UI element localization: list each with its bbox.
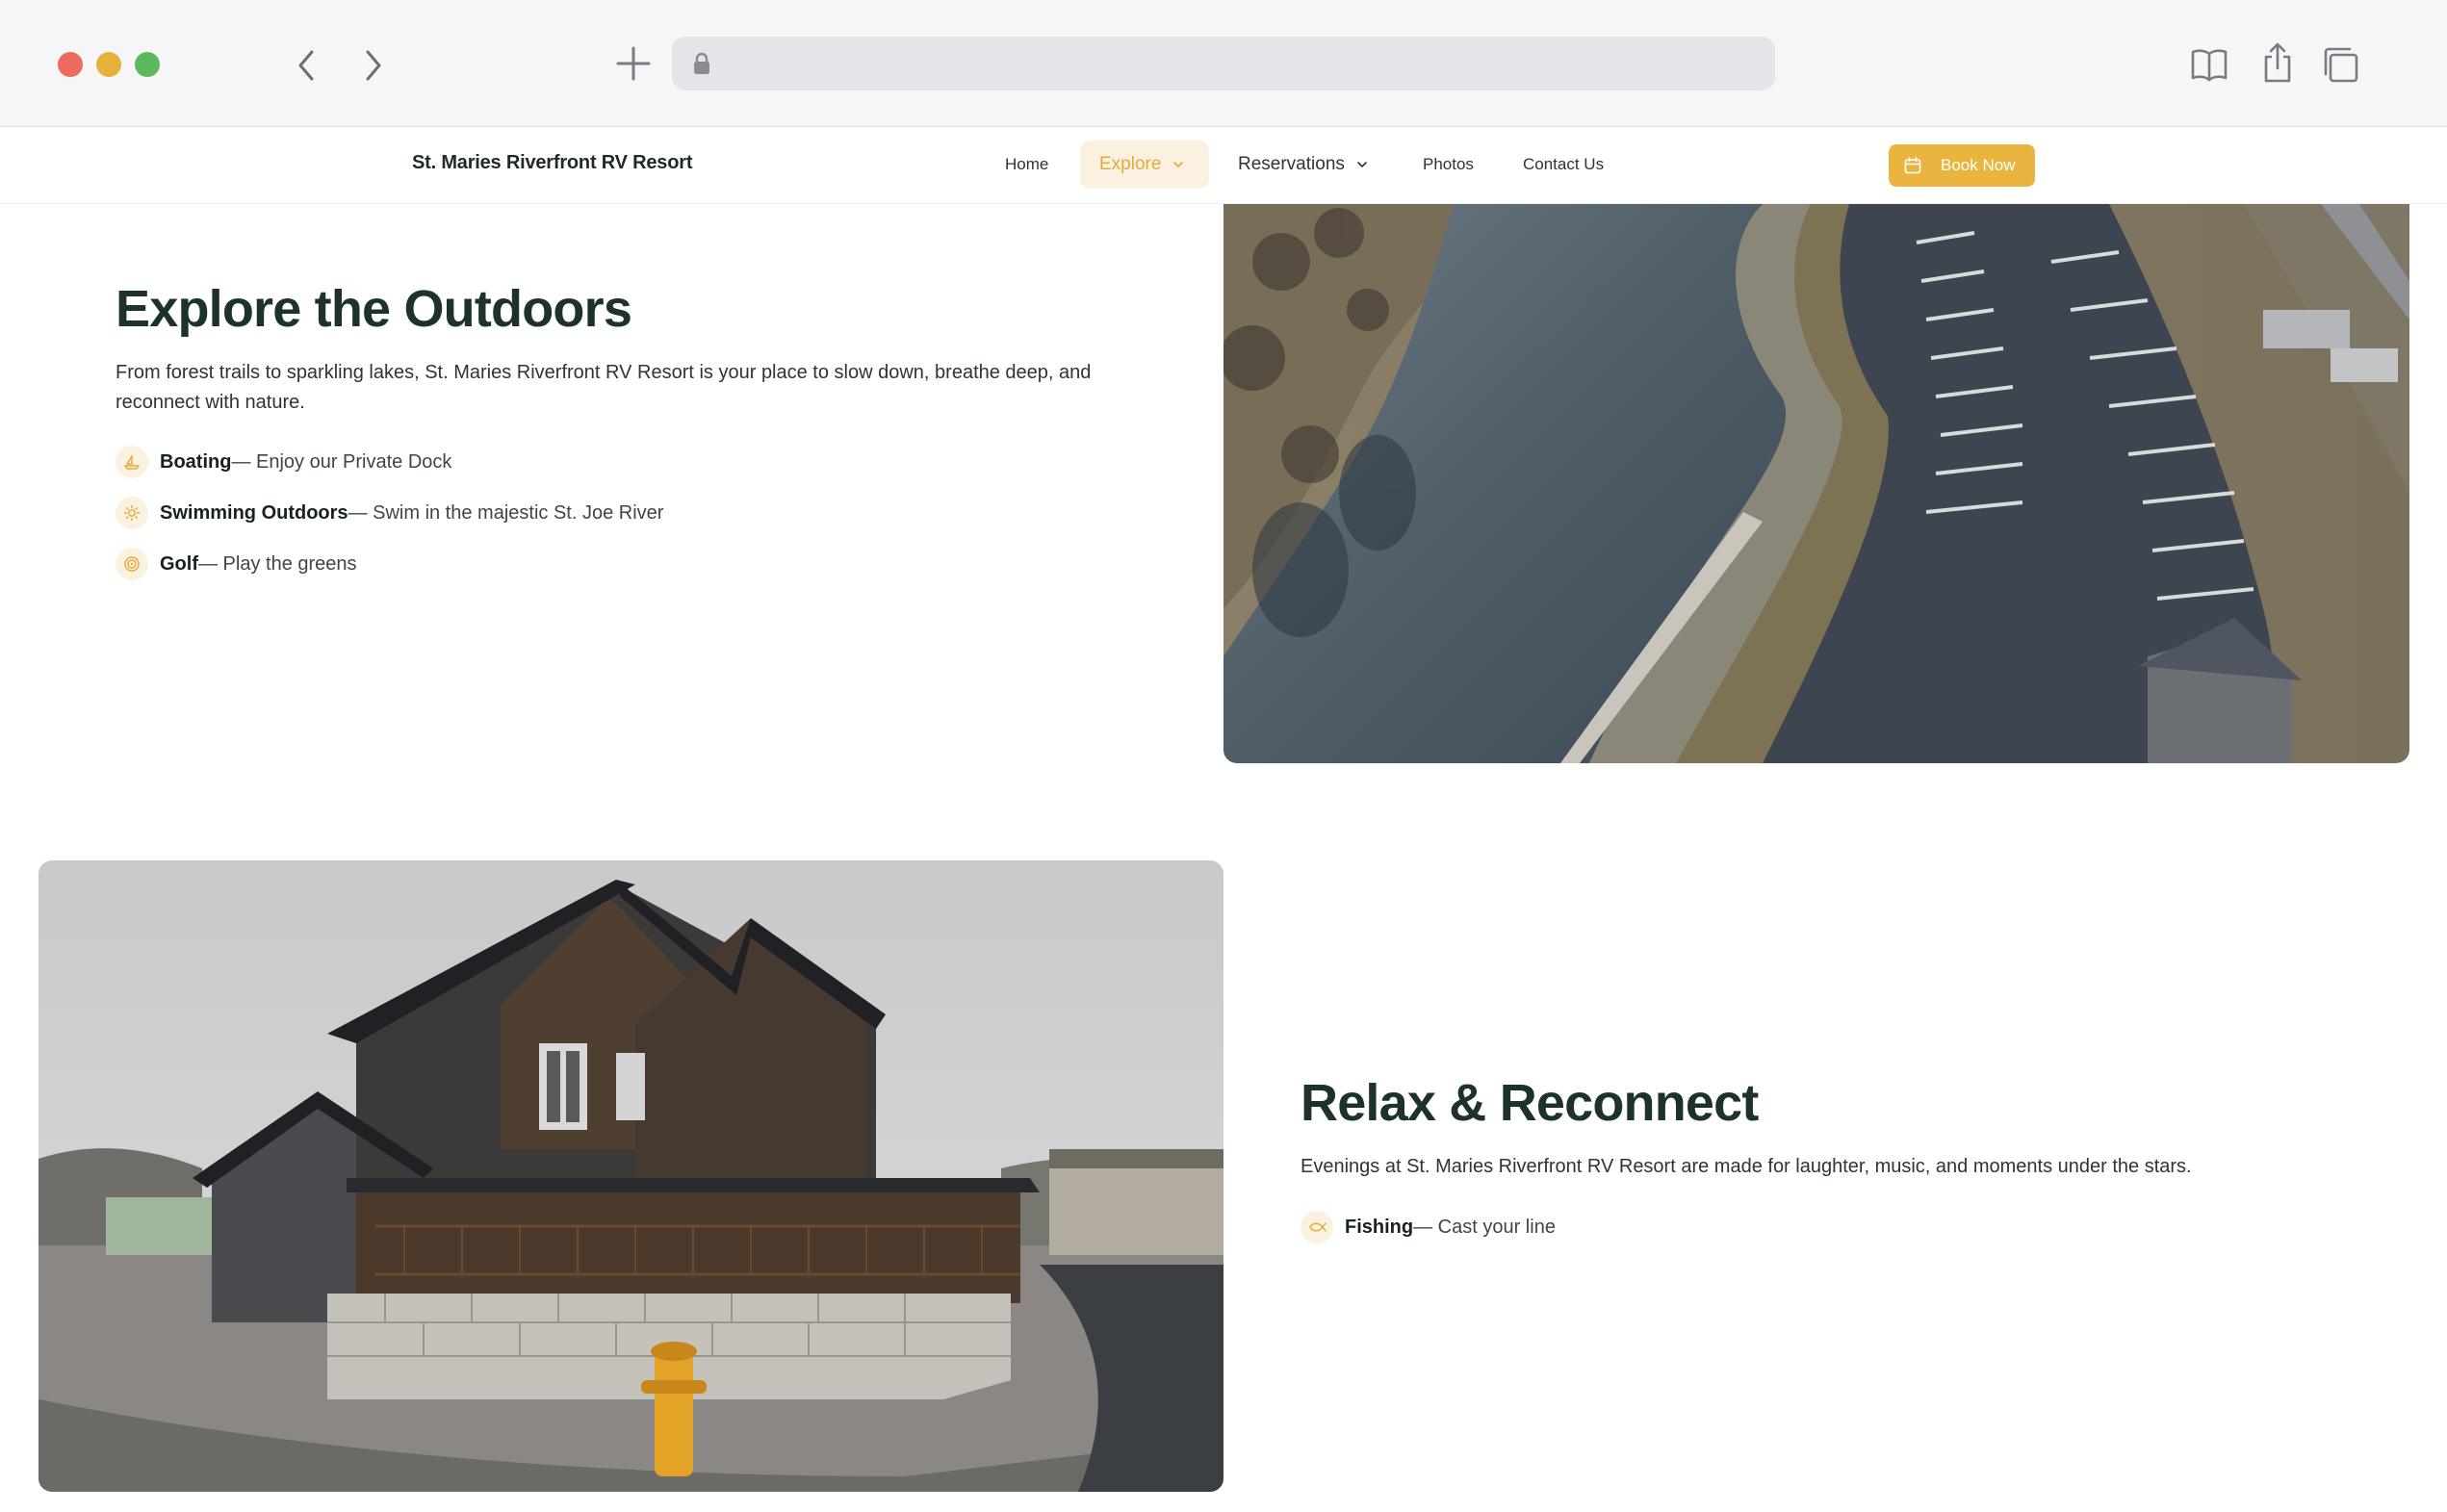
feature-name: Boating	[160, 450, 232, 473]
book-now-label: Book Now	[1941, 156, 2016, 174]
nav-contact-us[interactable]: Contact Us	[1523, 141, 1604, 189]
boat-icon	[116, 446, 148, 478]
feature-desc: — Enjoy our Private Dock	[231, 450, 452, 473]
feature-name: Golf	[160, 552, 198, 575]
feature-name: Fishing	[1345, 1216, 1414, 1238]
minimize-window-button[interactable]	[96, 52, 121, 77]
reader-button[interactable]	[2187, 44, 2231, 85]
feature-desc: — Cast your line	[1413, 1216, 1556, 1238]
site-brand[interactable]: St. Maries Riverfront RV Resort	[412, 152, 692, 174]
plus-icon	[616, 46, 651, 81]
feature-item-swimming: Swimming Outdoors — Swim in the majestic…	[116, 497, 663, 529]
browser-toolbar	[0, 0, 2447, 127]
section-intro-explore: From forest trails to sparkling lakes, S…	[116, 362, 1092, 413]
target-icon	[116, 548, 148, 580]
fish-icon	[1301, 1211, 1333, 1243]
chevron-down-icon	[1357, 162, 1367, 168]
new-tab-button[interactable]	[612, 42, 655, 85]
section-title-explore: Explore the Outdoors	[116, 280, 632, 338]
forward-button[interactable]	[354, 44, 393, 87]
section-title-relax: Relax & Reconnect	[1301, 1074, 1759, 1132]
feature-item-fishing: Fishing — Cast your line	[1301, 1211, 1556, 1243]
nav-photos[interactable]: Photos	[1423, 141, 1474, 189]
book-now-button[interactable]: Book Now	[1889, 144, 2035, 187]
lock-icon	[694, 52, 709, 74]
share-icon	[2264, 42, 2291, 83]
section-intro-relax: Evenings at St. Maries Riverfront RV Res…	[1301, 1156, 2192, 1177]
chevron-down-icon	[1173, 162, 1184, 168]
close-window-button[interactable]	[58, 52, 83, 77]
tab-overview-button[interactable]	[2318, 42, 2362, 87]
sun-icon	[116, 497, 148, 529]
feature-item-golf: Golf — Play the greens	[116, 548, 357, 580]
forward-chevron-icon	[366, 50, 381, 81]
book-icon	[2191, 49, 2228, 82]
nav-reservations[interactable]: Reservations	[1238, 141, 1368, 189]
aerial-riverfront-photo	[1224, 204, 2409, 763]
share-button[interactable]	[2256, 38, 2299, 87]
address-bar[interactable]	[672, 37, 1775, 90]
zoom-window-button[interactable]	[135, 52, 160, 77]
site-header: St. Maries Riverfront RV Resort Home Exp…	[0, 127, 2447, 204]
back-chevron-icon	[298, 50, 314, 81]
nav-home[interactable]: Home	[1005, 141, 1048, 189]
feature-name: Swimming Outdoors	[160, 501, 348, 524]
feature-desc: — Play the greens	[198, 552, 357, 575]
feature-desc: — Swim in the majestic St. Joe River	[348, 501, 664, 524]
nav-explore[interactable]: Explore	[1080, 141, 1209, 189]
lodge-building-photo	[39, 860, 1224, 1492]
nav-reservations-label: Reservations	[1238, 154, 1345, 174]
tabs-icon	[2324, 47, 2358, 83]
nav-explore-label: Explore	[1099, 154, 1162, 174]
back-button[interactable]	[287, 44, 325, 87]
calendar-icon	[1904, 157, 1921, 174]
feature-item-boating: Boating — Enjoy our Private Dock	[116, 446, 451, 478]
